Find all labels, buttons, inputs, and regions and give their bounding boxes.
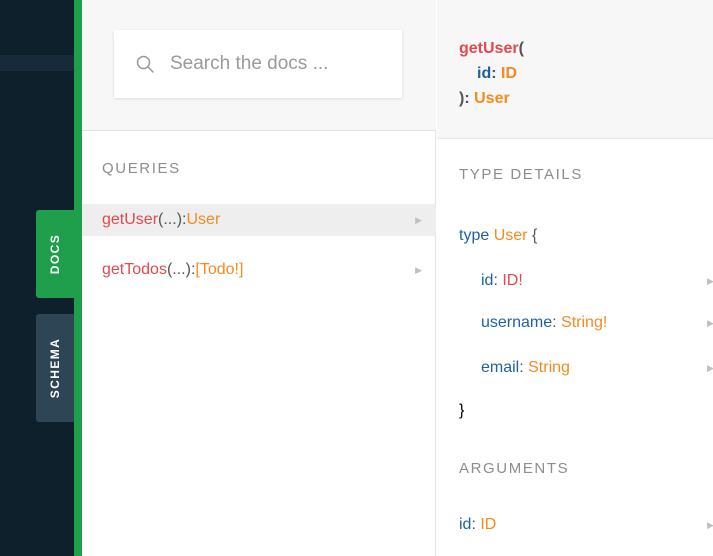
field-row-username[interactable]: username: String! ▶ bbox=[481, 314, 713, 332]
chevron-right-icon: ▶ bbox=[415, 214, 422, 225]
chevron-right-icon: ▶ bbox=[707, 520, 713, 530]
signature-open: ( bbox=[518, 40, 524, 57]
field-sep: : bbox=[552, 314, 562, 331]
type-keyword: type bbox=[459, 227, 490, 244]
signature-return-type[interactable]: User bbox=[474, 90, 510, 107]
arguments-title: ARGUMENTS bbox=[459, 460, 570, 477]
panel-divider[interactable] bbox=[74, 0, 82, 556]
field-name: id bbox=[481, 272, 494, 289]
chevron-right-icon: ▶ bbox=[415, 264, 422, 275]
tab-docs[interactable]: DOCS bbox=[36, 210, 74, 298]
query-item-gettodos[interactable]: getTodos (...): [Todo!] ▶ bbox=[82, 254, 436, 286]
docs-explorer: QUERIES getUser(...): User ▶ getTodos(..… bbox=[82, 0, 436, 556]
signature-close: ): bbox=[459, 90, 475, 107]
signature-arg-name: id bbox=[477, 65, 492, 82]
type-open-brace: { bbox=[531, 227, 538, 244]
field-type[interactable]: String bbox=[528, 359, 570, 376]
argument-row-id[interactable]: id: ID ▶ bbox=[459, 516, 713, 534]
query-args: (...) bbox=[166, 261, 191, 278]
query-name: getTodos bbox=[102, 261, 167, 278]
tab-schema[interactable]: SCHEMA bbox=[36, 314, 74, 422]
field-sep: : bbox=[519, 359, 529, 376]
signature-name: getUser bbox=[459, 40, 519, 57]
search-area bbox=[82, 0, 436, 131]
argument-sep: : bbox=[471, 516, 481, 533]
argument-name: id bbox=[459, 516, 472, 533]
type-name: User bbox=[493, 227, 528, 244]
field-sep: : bbox=[493, 272, 503, 289]
field-row-id[interactable]: id: ID! ▶ bbox=[481, 272, 713, 290]
type-details-title: TYPE DETAILS bbox=[459, 166, 583, 183]
queries-title: QUERIES bbox=[102, 160, 181, 177]
field-type[interactable]: ID! bbox=[502, 272, 522, 289]
query-type[interactable]: User bbox=[186, 211, 220, 229]
query-args: (...) bbox=[158, 211, 183, 228]
chevron-right-icon: ▶ bbox=[707, 363, 713, 373]
signature-arg-type[interactable]: ID bbox=[501, 65, 517, 82]
search-input[interactable] bbox=[170, 53, 370, 75]
argument-type[interactable]: ID bbox=[480, 516, 496, 533]
query-item-getuser[interactable]: getUser (...): User ▶ bbox=[82, 204, 436, 236]
search-box[interactable] bbox=[114, 30, 402, 98]
signature-arg-sep: : bbox=[491, 65, 501, 82]
field-type[interactable]: String! bbox=[561, 314, 607, 331]
query-signature: getUser( id: ID ): User bbox=[437, 0, 713, 139]
chevron-right-icon: ▶ bbox=[707, 318, 713, 328]
field-name: username bbox=[481, 314, 553, 331]
tab-schema-label: SCHEMA bbox=[48, 337, 62, 399]
field-row-email[interactable]: email: String ▶ bbox=[481, 359, 713, 377]
search-icon bbox=[136, 55, 154, 73]
editor-band bbox=[0, 55, 74, 71]
type-close-brace: } bbox=[459, 402, 465, 419]
type-detail-panel: getUser( id: ID ): User TYPE DETAILS typ… bbox=[437, 0, 713, 556]
field-name: email bbox=[481, 359, 520, 376]
query-name: getUser bbox=[102, 211, 159, 228]
query-type[interactable]: [Todo!] bbox=[195, 261, 243, 279]
type-declaration: type User { bbox=[459, 227, 537, 245]
tab-docs-label: DOCS bbox=[48, 233, 62, 275]
chevron-right-icon: ▶ bbox=[707, 276, 713, 286]
